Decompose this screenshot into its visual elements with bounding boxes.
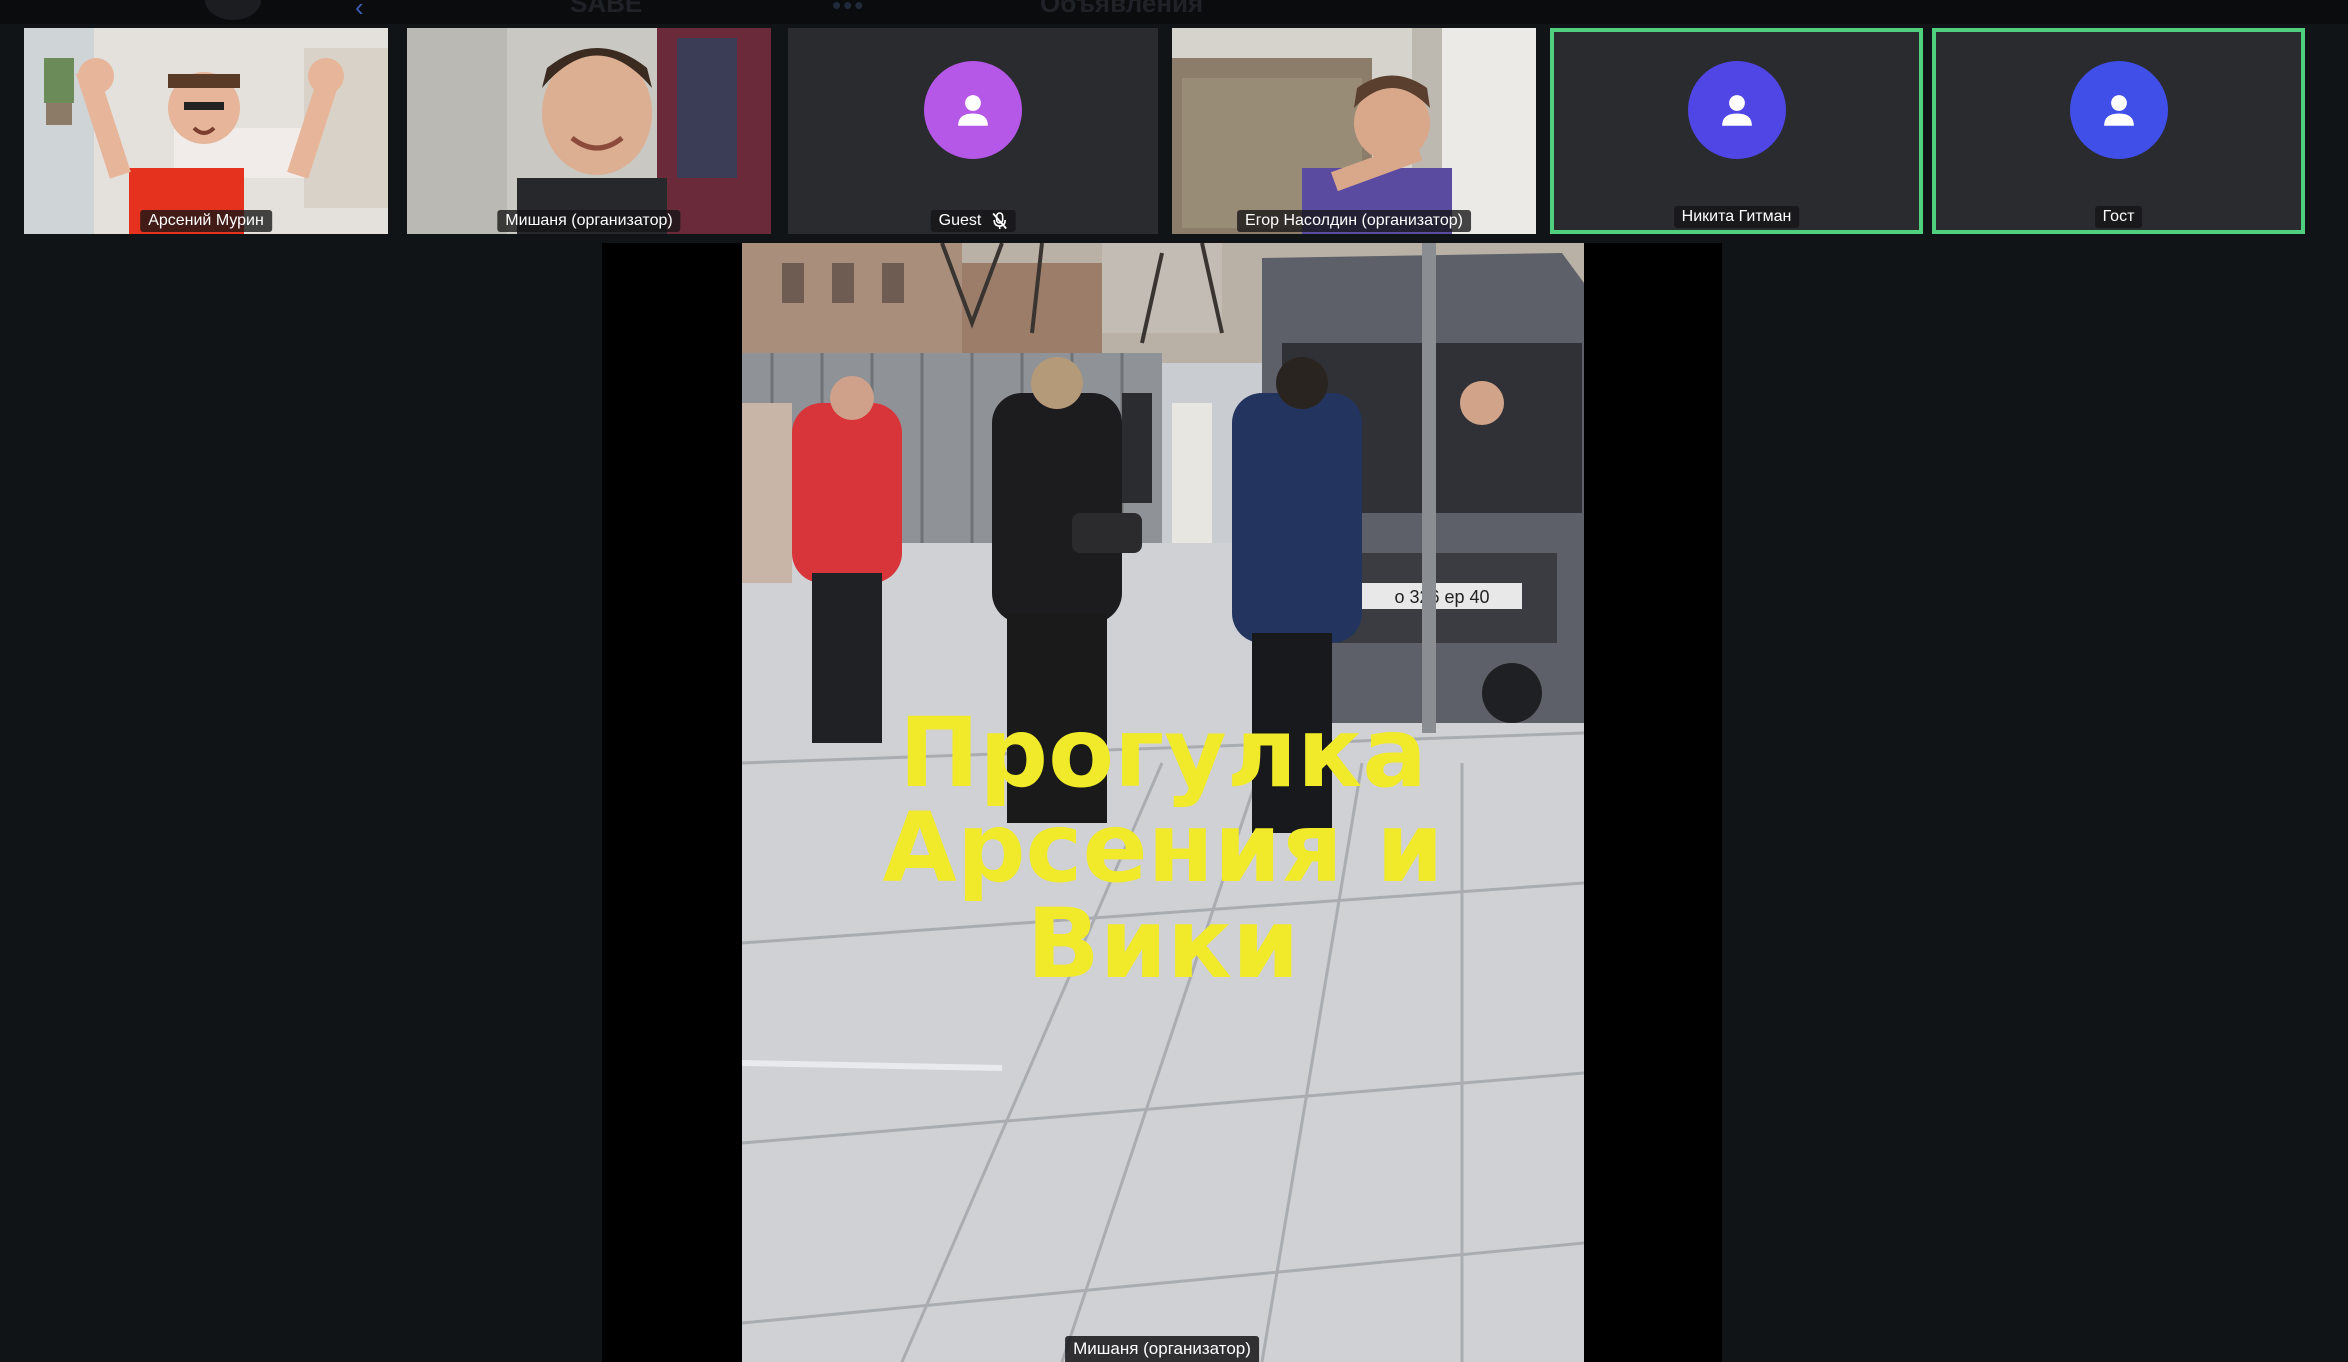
avatar [2069,61,2168,159]
license-plate-text: о 326 ер 40 [1394,587,1489,607]
topbar-section: Объявления [1040,0,1204,18]
profile-avatar[interactable] [205,0,261,20]
mic-off-icon [992,212,1007,230]
person-icon [1721,95,1752,126]
chevron-left-icon[interactable]: ‹ [355,0,364,23]
participant-tile-arseny[interactable]: Арсений Мурин [24,28,388,234]
participant-video-egor [1172,28,1536,234]
participant-name-text: Арсений Мурин [148,212,264,229]
participant-tile-nikita[interactable]: Никита Гитман [1550,28,1923,234]
participant-name-text: Мишаня (организатор) [505,212,673,229]
main-stage[interactable]: о 326 ер 40 Прогулка Арсения и Вики Миша… [602,243,1722,1362]
participant-name: Мишаня (организатор) [497,210,681,232]
participant-tile-mishanya[interactable]: Мишаня (организатор) [407,28,771,234]
participant-name-text: Егор Насолдин (организатор) [1245,212,1463,229]
topbar-title: SABE [570,0,643,18]
avatar [924,61,1022,159]
avatar [1687,61,1786,159]
video-title-line1: Прогулка [899,697,1427,809]
participant-name: Егор Насолдин (организатор) [1237,210,1471,232]
participant-tile-gost[interactable]: Гост [1932,28,2305,234]
more-icon[interactable]: ••• [832,0,865,21]
participant-name-text: Никита Гитман [1681,208,1792,225]
participant-video-arseny [24,28,388,234]
participant-name: Guest [930,210,1016,232]
participant-video-mishanya [407,28,771,234]
top-bar: ‹ SABE ••• Объявления [0,0,2348,24]
participant-name: Никита Гитман [1673,206,1800,228]
main-speaker-label: Мишаня (организатор) [1065,1336,1259,1362]
person-icon [2103,95,2134,126]
participant-name: Гост [2094,206,2143,228]
shared-video[interactable]: о 326 ер 40 Прогулка Арсения и Вики [742,243,1584,1362]
participant-name-text: Guest [938,212,982,229]
participant-name-text: Гост [2102,208,2135,225]
participant-tile-guest[interactable]: Guest [788,28,1158,234]
participant-name: Арсений Мурин [140,210,272,232]
person-icon [958,95,988,126]
video-title-line2: Арсения и Вики [882,792,1444,1000]
participant-tile-egor[interactable]: Егор Насолдин (организатор) [1172,28,1536,234]
